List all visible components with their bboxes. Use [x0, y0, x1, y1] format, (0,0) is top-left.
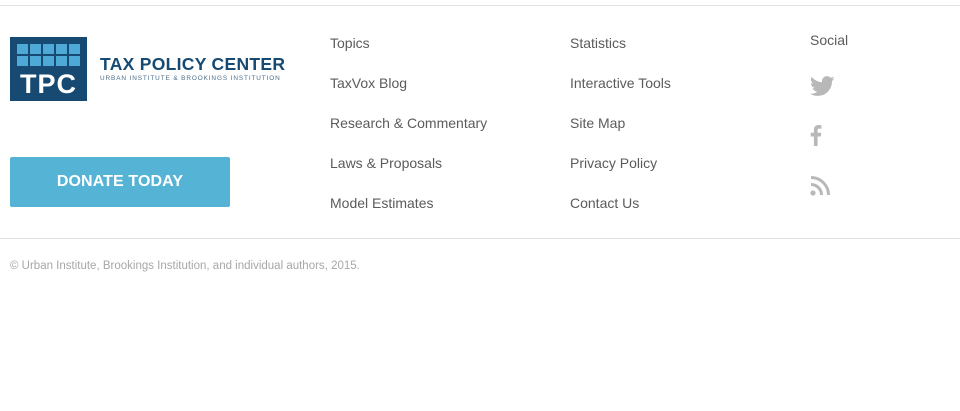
donate-button[interactable]: DONATE TODAY — [10, 157, 230, 207]
logo-subtitle: URBAN INSTITUTE & BROOKINGS INSTITUTION — [100, 75, 281, 82]
logo-title: TAX POLICY CENTER — [100, 54, 286, 74]
logo-wordmark: TAX POLICY CENTER URBAN INSTITUTE & BROO… — [100, 55, 285, 83]
top-divider — [0, 5, 960, 6]
rss-icon[interactable] — [810, 175, 831, 196]
nav-link-site-map[interactable]: Site Map — [570, 115, 625, 131]
facebook-icon[interactable] — [810, 125, 822, 146]
logo-grid — [17, 44, 80, 66]
footer-divider — [0, 238, 960, 239]
tpc-logo[interactable]: TPC TAX POLICY CENTER URBAN INSTITUTE & … — [10, 37, 285, 101]
nav-link-privacy-policy[interactable]: Privacy Policy — [570, 155, 657, 171]
nav-link-laws-proposals[interactable]: Laws & Proposals — [330, 155, 442, 171]
twitter-icon[interactable] — [810, 76, 835, 97]
nav-link-taxvox-blog[interactable]: TaxVox Blog — [330, 75, 407, 91]
nav-link-contact-us[interactable]: Contact Us — [570, 195, 639, 211]
nav-link-research-commentary[interactable]: Research & Commentary — [330, 115, 487, 131]
nav-link-topics[interactable]: Topics — [330, 35, 370, 51]
logo-mark-text: TPC — [20, 69, 77, 99]
nav-link-interactive-tools[interactable]: Interactive Tools — [570, 75, 671, 91]
nav-link-statistics[interactable]: Statistics — [570, 35, 626, 51]
logo-mark: TPC — [10, 37, 87, 101]
copyright-text: © Urban Institute, Brookings Institution… — [10, 260, 360, 272]
social-heading: Social — [810, 32, 849, 48]
nav-link-model-estimates[interactable]: Model Estimates — [330, 195, 433, 211]
